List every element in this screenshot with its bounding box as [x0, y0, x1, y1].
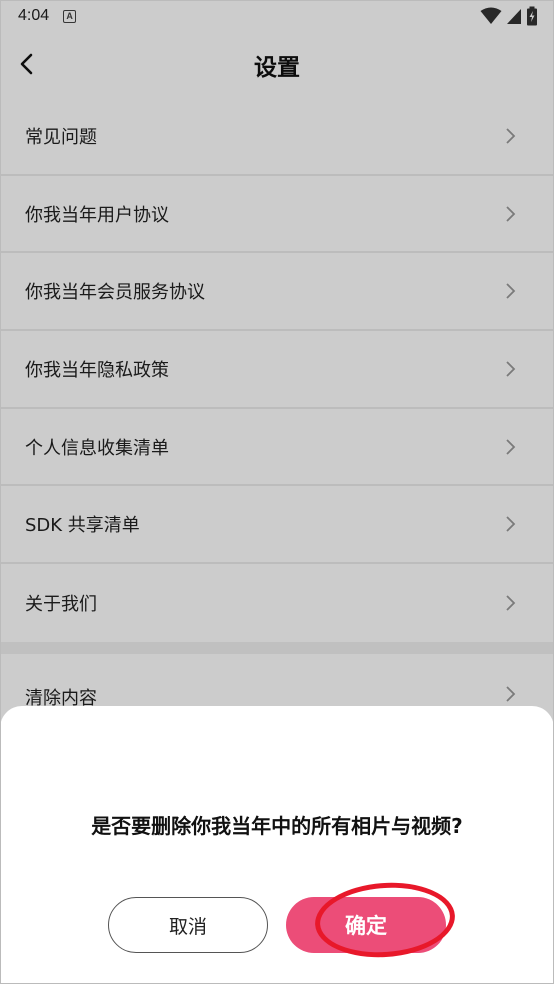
dialog-message: 是否要删除你我当年中的所有相片与视频? — [91, 814, 463, 838]
cancel-button[interactable]: 取消 — [108, 897, 268, 953]
confirm-dialog: 是否要删除你我当年中的所有相片与视频? 取消 确定 — [0, 706, 554, 984]
confirm-button[interactable]: 确定 — [286, 897, 446, 953]
screen: 4:04 A 设置 常见问题 你我当年用户协议 你我当年会员服务协议 你我当年隐… — [0, 0, 554, 984]
